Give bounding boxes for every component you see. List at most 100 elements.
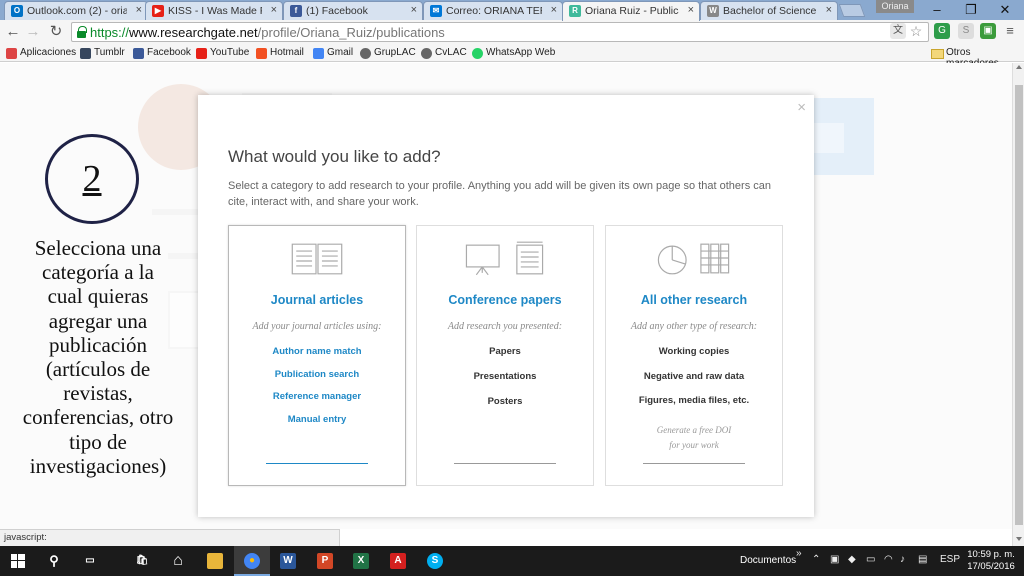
- tab-title: Oriana Ruiz - Publication: [585, 5, 679, 17]
- bookmark-cvlac[interactable]: CvLAC: [421, 47, 467, 59]
- acrobat-button[interactable]: A: [380, 546, 416, 576]
- close-icon[interactable]: ×: [797, 99, 806, 116]
- bookmark-label: YouTube: [210, 47, 250, 58]
- tab-close-icon[interactable]: ×: [551, 4, 557, 16]
- menu-icon[interactable]: ≡: [1002, 23, 1018, 39]
- file-explorer-button[interactable]: [197, 546, 233, 576]
- back-arrow-icon[interactable]: ←: [4, 23, 22, 41]
- author-name-match-link[interactable]: Author name match: [229, 346, 405, 357]
- bookmark-apps[interactable]: Aplicaciones: [6, 47, 76, 59]
- bookmark-hotmail[interactable]: Hotmail: [256, 47, 304, 59]
- tab-close-icon[interactable]: ×: [411, 4, 417, 16]
- tab-title: KISS - I Was Made Fo: [168, 5, 262, 17]
- profile-badge[interactable]: Oriana: [876, 0, 914, 13]
- close-window-icon[interactable]: ✕: [987, 0, 1023, 20]
- page-scrollbar[interactable]: [1012, 63, 1024, 546]
- store-button[interactable]: 🛍: [124, 546, 160, 576]
- bookmark-gruplac[interactable]: GrupLAC: [360, 47, 416, 59]
- bookmarks-bar: Aplicaciones Tumblr Facebook YouTube Hot…: [0, 44, 1024, 69]
- extension-icon[interactable]: ▣: [980, 23, 996, 39]
- excel-button[interactable]: X: [343, 546, 379, 576]
- mail-icon: ✉: [430, 5, 442, 17]
- language-indicator[interactable]: ESP: [940, 554, 960, 565]
- notifications-icon[interactable]: ▤: [918, 554, 927, 565]
- volume-icon[interactable]: ♪: [900, 554, 905, 565]
- restore-icon[interactable]: ❐: [953, 0, 989, 20]
- figures-media-option[interactable]: Figures, media files, etc.: [606, 395, 782, 406]
- powerpoint-icon: P: [317, 553, 333, 569]
- grammarly-icon[interactable]: G: [934, 23, 950, 39]
- lock-icon: [77, 26, 87, 38]
- category-journal-articles[interactable]: Journal articles Add your journal articl…: [228, 225, 406, 486]
- powerpoint-button[interactable]: P: [307, 546, 343, 576]
- category-subtitle: Add any other type of research:: [630, 321, 758, 332]
- facebook-icon: f: [290, 5, 302, 17]
- tab-youtube[interactable]: ▶ KISS - I Was Made Fo ×: [145, 1, 283, 20]
- windows-icon: [256, 48, 267, 59]
- system-clock[interactable]: 10:59 p. m. 17/05/2016: [966, 549, 1016, 573]
- tray-shield-icon[interactable]: ◆: [848, 554, 856, 565]
- wikipedia-icon: W: [707, 5, 719, 17]
- tab-mail[interactable]: ✉ Correo: ORIANA TERESA ×: [423, 1, 563, 20]
- category-all-other-research[interactable]: All other research Add any other type of…: [605, 225, 783, 486]
- tray-app-icon[interactable]: ▣: [830, 554, 839, 565]
- scroll-up-icon[interactable]: [1016, 65, 1022, 69]
- bookmark-star-icon[interactable]: ☆: [908, 23, 924, 39]
- negative-raw-data-option[interactable]: Negative and raw data: [606, 371, 782, 382]
- bookmark-gmail[interactable]: Gmail: [313, 47, 353, 59]
- category-subtitle: Add research you presented:: [447, 321, 563, 332]
- tab-wikipedia[interactable]: W Bachelor of Science - W ×: [700, 1, 838, 20]
- bookmark-tumblr[interactable]: Tumblr: [80, 47, 125, 59]
- start-button[interactable]: [0, 546, 36, 576]
- task-view-icon: ▭: [85, 555, 95, 566]
- search-button[interactable]: ⚲: [36, 546, 72, 576]
- category-conference-papers[interactable]: Conference papers Add research you prese…: [416, 225, 594, 486]
- chrome-icon: ●: [244, 553, 260, 569]
- category-divider: [454, 463, 556, 464]
- address-bar[interactable]: https://www.researchgate.net/profile/Ori…: [71, 22, 929, 42]
- tab-close-icon[interactable]: ×: [271, 4, 277, 16]
- scroll-down-icon[interactable]: [1016, 537, 1022, 541]
- category-divider: [266, 463, 368, 464]
- skype-extension-icon[interactable]: S: [958, 23, 974, 39]
- bookmark-whatsapp[interactable]: WhatsApp Web: [472, 47, 555, 59]
- chrome-button[interactable]: ●: [234, 546, 270, 576]
- reference-manager-link[interactable]: Reference manager: [229, 391, 405, 402]
- word-button[interactable]: W: [270, 546, 306, 576]
- store-icon: 🛍: [135, 555, 149, 566]
- papers-option[interactable]: Papers: [417, 346, 593, 357]
- tab-outlook[interactable]: O Outlook.com (2) - oriana ×: [4, 1, 148, 20]
- tab-close-icon[interactable]: ×: [688, 4, 694, 16]
- toolbar-expand-icon[interactable]: »: [796, 548, 802, 559]
- publication-search-link[interactable]: Publication search: [229, 369, 405, 380]
- documents-toolbar-label[interactable]: Documentos: [740, 555, 796, 566]
- tab-facebook[interactable]: f (1) Facebook ×: [283, 1, 423, 20]
- task-view-button[interactable]: ▭: [72, 546, 108, 576]
- reload-icon[interactable]: ↻: [47, 23, 65, 41]
- battery-icon[interactable]: ▭: [866, 554, 875, 565]
- presentations-option[interactable]: Presentations: [417, 371, 593, 382]
- manual-entry-link[interactable]: Manual entry: [229, 414, 405, 425]
- bookmark-label: Tumblr: [94, 47, 125, 58]
- tab-close-icon[interactable]: ×: [826, 4, 832, 16]
- wifi-icon[interactable]: ◠: [884, 554, 893, 565]
- bookmark-youtube[interactable]: YouTube: [196, 47, 250, 59]
- home-button[interactable]: ⌂: [160, 546, 196, 576]
- minimize-icon[interactable]: –: [919, 0, 955, 20]
- tab-strip: O Outlook.com (2) - oriana × ▶ KISS - I …: [0, 0, 1024, 21]
- skype-icon: S: [427, 553, 443, 569]
- step-instructions: Selecciona una categoría a la cual quier…: [22, 236, 174, 478]
- tab-researchgate[interactable]: R Oriana Ruiz - Publication ×: [562, 1, 700, 21]
- tray-chevron-icon[interactable]: ⌃: [812, 554, 820, 565]
- scroll-thumb[interactable]: [1015, 85, 1023, 525]
- whatsapp-icon: [472, 48, 483, 59]
- posters-option[interactable]: Posters: [417, 396, 593, 407]
- bookmark-facebook[interactable]: Facebook: [133, 47, 191, 59]
- skype-button[interactable]: S: [417, 546, 453, 576]
- forward-arrow-icon[interactable]: →: [24, 23, 42, 41]
- tab-close-icon[interactable]: ×: [136, 4, 142, 16]
- search-icon: ⚲: [49, 553, 59, 568]
- working-copies-option[interactable]: Working copies: [606, 346, 782, 357]
- translate-icon[interactable]: 文: [890, 23, 906, 39]
- new-tab-button[interactable]: [838, 4, 866, 17]
